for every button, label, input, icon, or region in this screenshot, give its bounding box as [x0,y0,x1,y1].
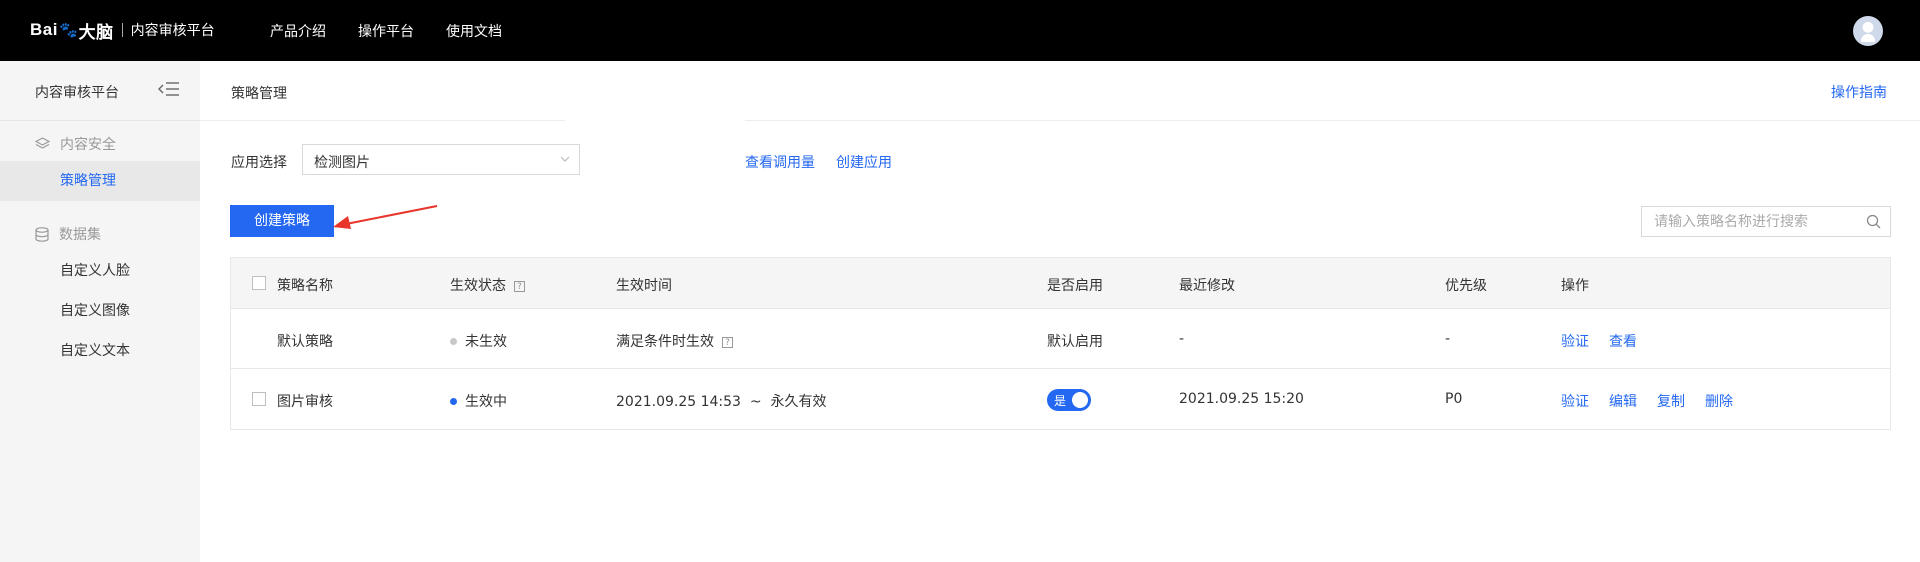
row-modified: - [1179,331,1185,347]
nav-docs[interactable]: 使用文档 [446,21,502,41]
strategy-table: 策略名称 生效状态? 生效时间 是否启用 最近修改 优先级 操作 默认策略 未生… [230,257,1891,430]
app-select-dropdown[interactable]: 检测图片 [302,144,580,175]
col-header-name: 策略名称 [277,278,333,294]
create-app-link[interactable]: 创建应用 [836,152,892,172]
col-header-priority: 优先级 [1445,278,1487,294]
row-name: 图片审核 [277,394,333,410]
col-header-time: 生效时间 [616,278,672,294]
table-row: 默认策略 未生效 满足条件时生效? 默认启用 - - 验证 查看 [231,309,1890,369]
toggle-knob [1072,392,1088,408]
annotation-arrow-icon [333,205,438,229]
row-priority: P0 [1445,391,1463,407]
sidebar-group-label: 内容安全 [60,137,116,153]
view-usage-link[interactable]: 查看调用量 [745,152,815,172]
help-icon[interactable]: ? [722,337,733,348]
col-header-enabled: 是否启用 [1047,278,1103,294]
row-modified: 2021.09.25 15:20 [1179,391,1304,407]
header-divider-gap [565,119,745,123]
logo-subtitle: 内容审核平台 [130,23,215,39]
verify-action-link[interactable]: 验证 [1561,331,1589,351]
col-header-status-label: 生效状态 [450,278,506,294]
logo-brain-text: 大脑 [78,22,114,42]
view-action-link[interactable]: 查看 [1609,331,1637,351]
paw-icon: 🐾 [58,21,78,39]
logo-brand-text: Bai [30,20,58,39]
row-status-label: 未生效 [465,334,507,350]
sidebar-item-label: 自定义人脸 [60,263,130,279]
table-row: 图片审核 生效中 2021.09.25 14:53 ~ 永久有效 是 2021.… [231,369,1890,429]
nav-product-intro[interactable]: 产品介绍 [270,21,326,41]
sidebar-item-custom-image[interactable]: 自定义图像 [0,291,200,331]
app-select-value: 检测图片 [314,155,370,171]
edit-action-link[interactable]: 编辑 [1609,391,1637,411]
strategy-search-box[interactable] [1641,206,1891,237]
user-avatar[interactable] [1853,16,1883,46]
toggle-label: 是 [1054,394,1067,408]
layers-icon [35,137,50,149]
avatar-person-icon [1861,34,1875,42]
sidebar-item-custom-face[interactable]: 自定义人脸 [0,251,200,291]
row-enabled: 默认启用 [1047,334,1103,350]
row-checkbox[interactable] [252,392,266,406]
nav-console[interactable]: 操作平台 [358,21,414,41]
sidebar-item-label: 自定义图像 [60,303,130,319]
row-status: 未生效 [450,331,507,351]
row-time: 2021.09.25 14:53 ~ 永久有效 [616,394,827,410]
row-priority: - [1445,331,1451,347]
enable-toggle[interactable]: 是 [1047,389,1091,411]
database-icon [35,226,49,242]
delete-action-link[interactable]: 删除 [1705,391,1733,411]
sidebar-group-content-security: 内容安全 [35,134,116,154]
table-header: 策略名称 生效状态? 生效时间 是否启用 最近修改 优先级 操作 [231,258,1890,309]
sidebar: 内容审核平台 内容安全 策略管理 数据集 自定义人脸 自定义图像 自定义文本 [0,61,200,562]
verify-action-link[interactable]: 验证 [1561,391,1589,411]
collapse-menu-icon[interactable] [157,79,181,99]
row-time: 满足条件时生效? [616,331,733,351]
top-nav: 产品介绍 操作平台 使用文档 [270,0,534,61]
row-status: 生效中 [450,391,507,411]
operation-guide-link[interactable]: 操作指南 [1831,82,1887,102]
col-header-modified: 最近修改 [1179,278,1235,294]
chevron-down-icon [560,156,570,162]
sidebar-title: 内容审核平台 [35,85,119,101]
app-select-label: 应用选择 [231,155,287,171]
col-header-actions: 操作 [1561,278,1589,294]
status-dot-icon [450,398,457,405]
search-icon[interactable] [1866,214,1881,229]
sidebar-item-strategy[interactable]: 策略管理 [0,161,200,201]
sidebar-item-label: 策略管理 [60,173,116,189]
row-time-label: 满足条件时生效 [616,334,714,350]
top-bar: Bai 🐾 大脑 内容审核平台 产品介绍 操作平台 使用文档 [0,0,1920,61]
row-status-label: 生效中 [465,394,507,410]
sidebar-group-dataset: 数据集 [35,224,101,244]
sidebar-item-label: 自定义文本 [60,343,130,359]
sidebar-item-custom-text[interactable]: 自定义文本 [0,331,200,371]
page-title: 策略管理 [231,86,287,102]
search-input[interactable] [1652,213,1856,231]
page-header: 策略管理 操作指南 [200,61,1920,121]
baidu-logo[interactable]: Bai 🐾 大脑 内容审核平台 [30,18,215,42]
logo-divider [121,23,123,37]
sidebar-divider [0,120,200,121]
create-strategy-button[interactable]: 创建策略 [230,205,334,237]
sidebar-group-label: 数据集 [59,227,101,243]
help-icon[interactable]: ? [514,281,525,292]
copy-action-link[interactable]: 复制 [1657,391,1685,411]
col-header-status: 生效状态? [450,275,525,295]
select-all-checkbox[interactable] [252,276,266,290]
row-name: 默认策略 [277,334,333,350]
status-dot-icon [450,338,457,345]
